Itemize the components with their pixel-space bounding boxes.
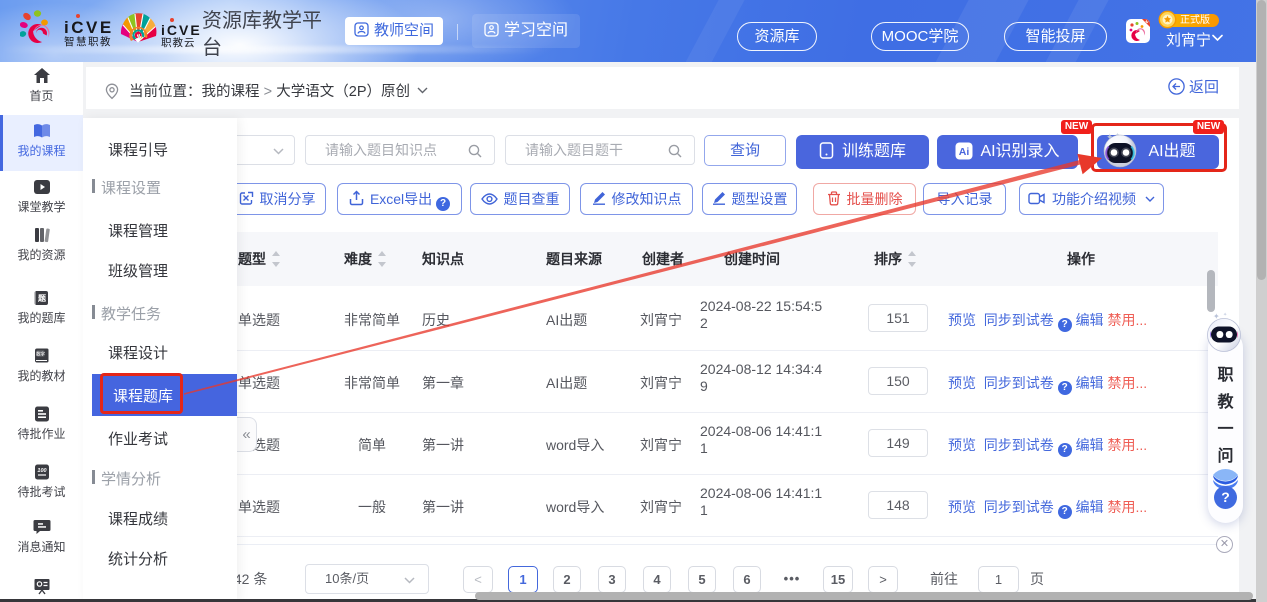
svg-text:数字: 数字 [36,350,45,357]
svg-text:题: 题 [37,293,47,303]
svg-text:Ai: Ai [959,146,970,158]
svg-text:100: 100 [37,468,46,474]
svg-text:✦: ✦ [1223,312,1227,318]
